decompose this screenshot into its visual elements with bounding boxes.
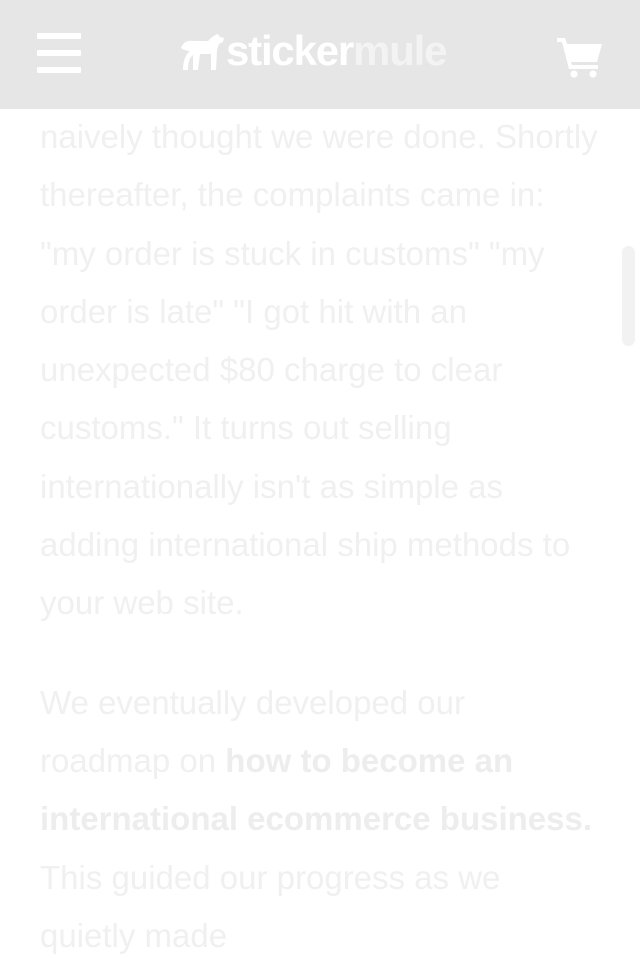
- cart-glyph: [557, 38, 602, 78]
- top-nav-bar: stickermule: [0, 0, 640, 109]
- logo-word-mule: mule: [353, 27, 447, 74]
- menu-bar: [37, 50, 81, 56]
- hamburger-menu-icon[interactable]: [37, 33, 81, 73]
- scrollbar-thumb[interactable]: [622, 246, 635, 346]
- article-paragraph: naively thought we were done. Shortly th…: [40, 118, 598, 622]
- page: stickermule naively thought we were done…: [0, 0, 640, 959]
- menu-bar: [37, 33, 81, 39]
- paragraph-text: This guided our progress as we quietly m…: [40, 858, 501, 954]
- article-paragraph: We eventually developed our roadmap on h…: [40, 674, 600, 959]
- logo-word-sticker: sticker: [226, 27, 354, 74]
- logo-wordmark: stickermule: [226, 26, 447, 76]
- blog-article-body: naively thought we were done. Shortly th…: [40, 110, 600, 959]
- stickermule-logo[interactable]: stickermule: [178, 26, 447, 78]
- menu-bar: [37, 67, 81, 73]
- shopping-cart-icon[interactable]: [556, 36, 604, 78]
- mule-logo-icon: [181, 34, 224, 70]
